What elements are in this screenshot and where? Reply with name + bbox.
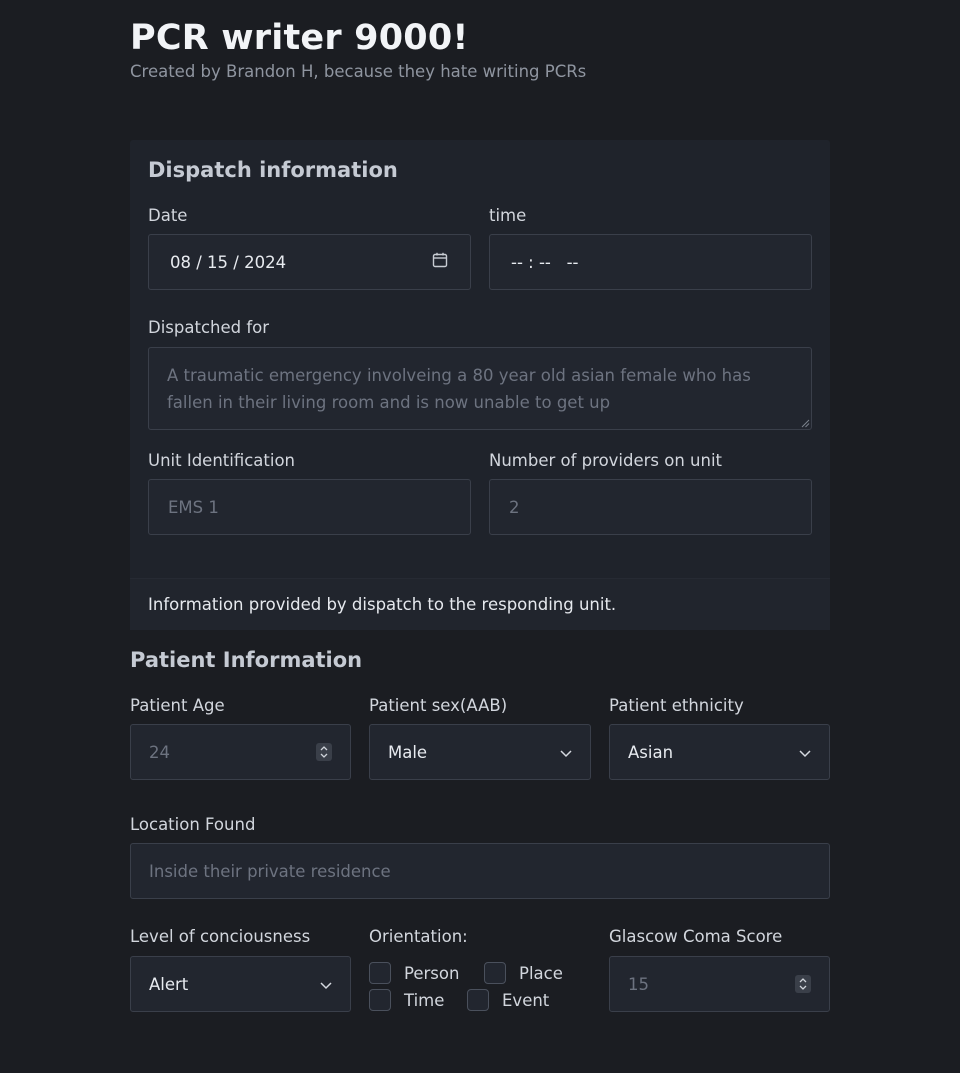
dispatched-for-label: Dispatched for bbox=[148, 318, 270, 337]
orientation-label: Orientation: bbox=[369, 927, 468, 946]
person-checkbox-label: Person bbox=[404, 963, 460, 983]
patient-age-label: Patient Age bbox=[130, 696, 225, 715]
patient-age-input[interactable]: 24 bbox=[130, 724, 351, 780]
date-input[interactable]: 08 / 15 / 2024 bbox=[148, 234, 471, 290]
date-label: Date bbox=[148, 206, 188, 225]
patient-age-placeholder: 24 bbox=[149, 742, 170, 762]
orientation-time[interactable]: Time bbox=[369, 989, 444, 1011]
resize-handle-icon[interactable] bbox=[800, 418, 810, 428]
number-spinner-icon[interactable] bbox=[316, 743, 332, 761]
orientation-place[interactable]: Place bbox=[484, 962, 563, 984]
date-value: 08 / 15 / 2024 bbox=[170, 252, 287, 272]
orientation-person[interactable]: Person bbox=[369, 962, 459, 984]
place-checkbox-label: Place bbox=[519, 963, 563, 983]
time-label: time bbox=[489, 206, 527, 225]
chevron-down-icon bbox=[320, 975, 332, 994]
number-spinner-icon[interactable] bbox=[795, 975, 811, 993]
chevron-down-icon bbox=[560, 743, 572, 762]
location-found-placeholder: Inside their private residence bbox=[149, 861, 391, 881]
gcs-placeholder: 15 bbox=[628, 974, 649, 994]
providers-input[interactable]: 2 bbox=[489, 479, 812, 535]
patient-ethnicity-label: Patient ethnicity bbox=[609, 696, 744, 715]
patient-ethnicity-select[interactable]: Asian bbox=[609, 724, 830, 780]
time-checkbox[interactable] bbox=[369, 989, 391, 1011]
unit-id-label: Unit Identification bbox=[148, 451, 296, 470]
loc-value: Alert bbox=[149, 974, 189, 994]
location-found-input[interactable]: Inside their private residence bbox=[130, 843, 830, 899]
dispatched-for-textarea[interactable]: A traumatic emergency involveing a 80 ye… bbox=[148, 347, 812, 430]
location-found-label: Location Found bbox=[130, 815, 256, 834]
event-checkbox[interactable] bbox=[467, 989, 489, 1011]
dispatched-for-placeholder: A traumatic emergency involveing a 80 ye… bbox=[167, 366, 751, 412]
patient-sex-select[interactable]: Male bbox=[369, 724, 591, 780]
dispatch-section-title: Dispatch information bbox=[148, 158, 398, 182]
providers-label: Number of providers on unit bbox=[489, 451, 723, 470]
patient-section-title: Patient Information bbox=[130, 648, 363, 672]
patient-sex-value: Male bbox=[388, 742, 428, 762]
orientation-event[interactable]: Event bbox=[467, 989, 549, 1011]
event-checkbox-label: Event bbox=[502, 990, 550, 1010]
place-checkbox[interactable] bbox=[484, 962, 506, 984]
gcs-label: Glascow Coma Score bbox=[609, 927, 783, 946]
gcs-input[interactable]: 15 bbox=[609, 956, 830, 1012]
page-subtitle: Created by Brandon H, because they hate … bbox=[130, 62, 587, 81]
calendar-icon[interactable] bbox=[432, 252, 448, 272]
dispatch-card-footer: Information provided by dispatch to the … bbox=[130, 578, 830, 630]
providers-placeholder: 2 bbox=[509, 497, 520, 517]
person-checkbox[interactable] bbox=[369, 962, 391, 984]
time-input[interactable]: -- : -- -- bbox=[489, 234, 812, 290]
time-value: -- : -- -- bbox=[511, 252, 579, 272]
page-title: PCR writer 9000! bbox=[130, 18, 469, 58]
unit-id-input[interactable]: EMS 1 bbox=[148, 479, 471, 535]
patient-ethnicity-value: Asian bbox=[628, 742, 674, 762]
chevron-down-icon bbox=[799, 743, 811, 762]
time-checkbox-label: Time bbox=[404, 990, 445, 1010]
patient-sex-label: Patient sex(AAB) bbox=[369, 696, 508, 715]
dispatch-card: Dispatch information Date 08 / 15 / 2024… bbox=[130, 140, 830, 630]
loc-select[interactable]: Alert bbox=[130, 956, 351, 1012]
loc-label: Level of conciousness bbox=[130, 927, 311, 946]
unit-id-placeholder: EMS 1 bbox=[168, 497, 219, 517]
